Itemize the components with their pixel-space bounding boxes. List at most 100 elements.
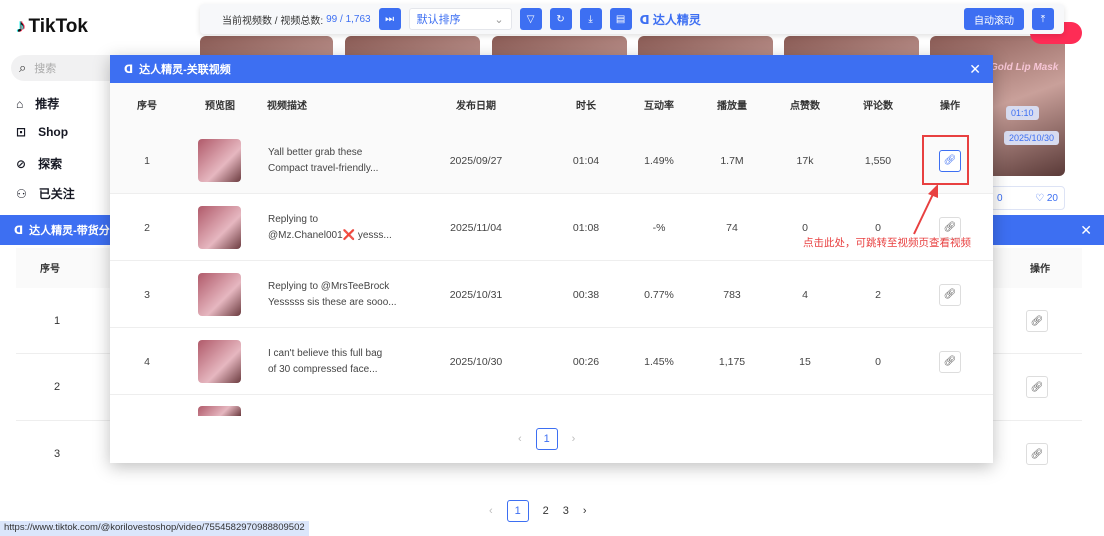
prev-page-icon[interactable]: ‹: [518, 433, 522, 445]
excel-file-icon: ▤: [615, 13, 626, 25]
brand-icon: ᗡ: [124, 63, 134, 76]
close-icon[interactable]: ✕: [1080, 222, 1092, 239]
modal-header: ᗡ 达人精灵-关联视频 ✕: [110, 55, 993, 83]
table-row: 3 2025/10/31 00:38 0.77% 783 4 2 Replying to @M…: [110, 261, 993, 328]
sort-select[interactable]: 默认排序 ⌄: [408, 8, 512, 30]
row-index: 2: [54, 381, 61, 393]
brand-icon: ᗡ: [14, 224, 24, 237]
next-page-icon[interactable]: ›: [583, 505, 587, 517]
nav-explore[interactable]: ⊘ 探索: [16, 155, 62, 172]
nav-following[interactable]: ⚇ 已关注: [16, 185, 75, 202]
tiktok-logo[interactable]: ♪ TikTok: [16, 16, 88, 38]
pagination: ‹ 1 ›: [518, 428, 575, 450]
cell-description: Yall better grab these Compact travel-fri…: [268, 146, 379, 174]
skip-next-icon: ⏭: [385, 13, 395, 25]
table-row: 2 2025/11/04 01:08 -% 74 0 0 Replying to @Mz.Cha…: [110, 194, 993, 261]
cell-plays: 74: [726, 221, 738, 234]
preview-image[interactable]: [198, 340, 241, 383]
cell-dur: 00:38: [572, 288, 600, 301]
cell-comments: 0: [875, 221, 881, 234]
header-index: 序号: [40, 264, 60, 275]
link-icon: 🔗︎: [1030, 315, 1044, 327]
cell-rate: 1.49%: [644, 154, 674, 167]
cell-description: I can't believe this full bag of 30 compr…: [268, 347, 383, 375]
scroll-top-button[interactable]: ⤒: [1032, 8, 1054, 30]
link-button[interactable]: 🔗︎: [939, 350, 961, 373]
cell-plays: 1.7M: [720, 154, 744, 167]
cell-dur: 01:08: [572, 221, 600, 234]
link-icon: 🔗︎: [1030, 381, 1044, 393]
cell-date: 2025/09/27: [449, 154, 503, 167]
next-button[interactable]: ⏭: [378, 8, 401, 30]
prev-page-icon[interactable]: ‹: [489, 505, 493, 517]
header-date: 发布日期: [456, 101, 496, 112]
row-index: 3: [54, 448, 61, 460]
link-icon: 🔗︎: [943, 289, 957, 300]
link-button[interactable]: 🔗︎: [939, 283, 961, 306]
export-excel-button[interactable]: ▤: [609, 8, 632, 30]
annotation-text: 点击此处，可跳转至视频页查看视频: [803, 237, 971, 249]
search-icon: ⌕: [19, 60, 27, 75]
link-icon: 🔗︎: [943, 356, 957, 367]
status-bar-url: https://www.tiktok.com/@korilovestoshop/…: [0, 521, 309, 536]
cell-plays: 1,175: [718, 355, 746, 368]
overlay-text: Gold Lip Mask: [990, 62, 1059, 73]
count-value: 99 / 1,763: [326, 13, 371, 25]
nav-recommend[interactable]: ⌂ 推荐: [16, 95, 59, 112]
filter-icon: ▽: [526, 13, 535, 25]
nav-shop[interactable]: ⊡ Shop: [16, 125, 68, 139]
cell-likes: 0: [802, 221, 808, 234]
page-2[interactable]: 2: [543, 505, 549, 517]
cell-comments: 2: [875, 288, 881, 301]
header-comments: 评论数: [863, 101, 893, 112]
cell-description: Replying to @Mz.Chanel001❌ yesss...: [268, 213, 392, 241]
close-icon[interactable]: ✕: [969, 61, 981, 78]
link-button[interactable]: 🔗︎: [1026, 443, 1048, 465]
row-index: 1: [54, 315, 61, 327]
link-button[interactable]: 🔗︎: [1026, 376, 1048, 398]
cell-idx: 1: [144, 154, 150, 167]
preview-image[interactable]: [198, 273, 241, 316]
arrow-up-icon: ⤒: [1040, 13, 1046, 25]
heart-icon: ♡ 20: [1035, 192, 1058, 204]
highlight-box: [922, 135, 969, 185]
link-button[interactable]: 🔗︎: [1026, 310, 1048, 332]
chevron-down-icon: ⌄: [494, 13, 504, 26]
date-badge: 2025/10/30: [1004, 131, 1060, 145]
page-1[interactable]: 1: [506, 500, 529, 522]
preview-image[interactable]: [198, 206, 241, 249]
cell-date: 2025/10/31: [449, 288, 503, 301]
brand-logo: ᗡ 达人精灵: [639, 12, 701, 27]
user-follow-icon: ⚇: [16, 186, 27, 201]
header-plays: 播放量: [717, 101, 747, 112]
table-row: 4 2025/10/30 00:26 1.45% 1,175 15 0 I can't bel…: [110, 328, 993, 395]
cell-idx: 4: [144, 355, 150, 368]
download-icon: ⤓: [588, 13, 593, 25]
link-icon: 🔗︎: [1030, 448, 1044, 460]
header-likes: 点赞数: [790, 101, 820, 112]
auto-scroll-button[interactable]: 自动滚动: [964, 8, 1024, 30]
header-index: 序号: [137, 101, 157, 112]
cell-rate: 1.45%: [644, 355, 674, 368]
extension-toolbar: 当前视频数 / 视频总数: 99 / 1,763 ⏭ 默认排序 ⌄ ▽ ↻ ⤓ ▤…: [200, 4, 1064, 34]
download-button[interactable]: ⤓: [579, 8, 602, 30]
header-action: 操作: [940, 101, 960, 112]
pagination: ‹ 1 2 3 ›: [489, 500, 587, 522]
page-1[interactable]: 1: [535, 428, 558, 450]
cell-dur: 00:26: [572, 355, 600, 368]
page-3[interactable]: 3: [563, 505, 569, 517]
brand-icon: ᗡ: [639, 12, 650, 27]
stats-badge: 0 ♡ 20: [990, 186, 1065, 210]
cell-likes: 4: [802, 288, 808, 301]
cell-description: Replying to @MrsTeeBrock Yesssss sis thes…: [268, 280, 397, 308]
header-action: 操作: [1030, 264, 1050, 275]
preview-image[interactable]: [198, 139, 241, 182]
cell-likes: 17k: [796, 154, 814, 167]
table-row: 1 2025/09/27 01:04 1.49% 1.7M 17k 1,550 Yall be…: [110, 127, 993, 194]
refresh-icon: ↻: [556, 13, 565, 25]
refresh-button[interactable]: ↻: [549, 8, 572, 30]
next-page-icon[interactable]: ›: [572, 433, 576, 445]
filter-button[interactable]: ▽: [519, 8, 542, 30]
cell-rate: -%: [652, 221, 666, 234]
home-icon: ⌂: [16, 96, 24, 111]
